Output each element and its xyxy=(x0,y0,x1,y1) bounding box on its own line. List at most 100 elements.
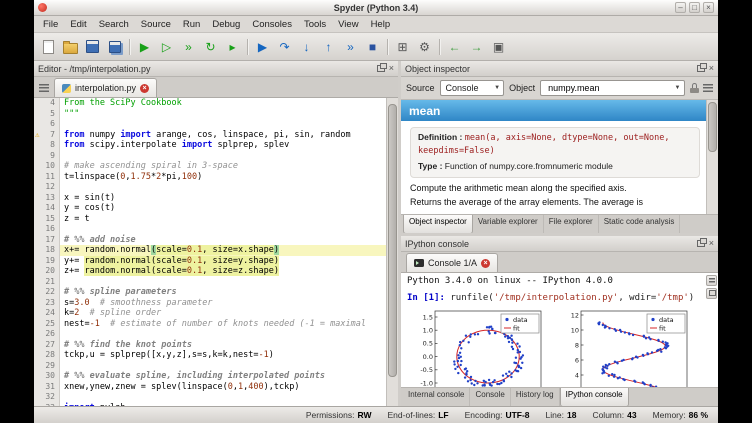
code-line[interactable]: 22# %% spline parameters xyxy=(34,287,386,298)
toolbar-rerun-cell-button[interactable]: ↻ xyxy=(200,36,221,57)
code-line[interactable]: 28tckp,u = splprep([x,y,z],s=s,k=k,nest=… xyxy=(34,350,386,361)
toolbar-run-selection-button[interactable]: ▸ xyxy=(222,36,243,57)
tab-ipython-console[interactable]: IPython console xyxy=(560,388,629,407)
code-line[interactable]: 23s=3.0 # smoothness parameter xyxy=(34,298,386,309)
object-inspector-close-icon[interactable]: × xyxy=(709,64,714,73)
toolbar-step-into-button[interactable]: ↓ xyxy=(296,36,317,57)
line-number: 21 xyxy=(45,277,55,286)
line-gutter: 27 xyxy=(34,340,60,351)
toolbar-run-cell-advance-button[interactable]: » xyxy=(178,36,199,57)
tab-interpolation-py[interactable]: interpolation.py × xyxy=(54,78,157,97)
code-line[interactable]: 21 xyxy=(34,277,386,288)
toolbar-debug-file-button[interactable]: ▶ xyxy=(252,36,273,57)
menu-debug[interactable]: Debug xyxy=(206,18,246,31)
code-line[interactable]: 17# %% add noise xyxy=(34,235,386,246)
code-line[interactable]: 13x = sin(t) xyxy=(34,193,386,204)
code-line[interactable]: 4From the SciPy Cookbook xyxy=(34,98,386,109)
toolbar-python-path-manager-button[interactable]: ⊞ xyxy=(392,36,413,57)
code-line[interactable]: 30# %% evaluate spline, including interp… xyxy=(34,371,386,382)
code-line[interactable]: 25nest=-1 # estimate of number of knots … xyxy=(34,319,386,330)
editor-undock-icon[interactable] xyxy=(377,65,385,72)
menu-file[interactable]: File xyxy=(37,18,64,31)
console-undock-icon[interactable] xyxy=(697,240,705,247)
tab-internal-console[interactable]: Internal console xyxy=(403,388,470,406)
toolbar-navigate-forward-button[interactable]: → xyxy=(466,36,487,57)
toolbar-run-file-button[interactable]: ▶ xyxy=(134,36,155,57)
source-select[interactable]: Console ▼ xyxy=(440,80,505,96)
code-line[interactable]: 24k=2 # spline order xyxy=(34,308,386,319)
toolbar-preferences-button[interactable]: ⚙ xyxy=(414,36,435,57)
tab-static-code-analysis[interactable]: Static code analysis xyxy=(599,215,681,233)
toolbar-navigate-back-button[interactable]: ← xyxy=(444,36,465,57)
code-editor[interactable]: 4From the SciPy Cookbook5"""6⚠7from nump… xyxy=(34,98,386,406)
console-close-icon[interactable]: × xyxy=(709,239,714,248)
code-line[interactable]: 27# %% find the knot points xyxy=(34,340,386,351)
tab-object-inspector[interactable]: Object inspector xyxy=(403,215,473,234)
tab-close-icon[interactable]: × xyxy=(140,84,149,93)
menu-consoles[interactable]: Consoles xyxy=(246,18,298,31)
toolbar-debug-continue-button[interactable]: » xyxy=(340,36,361,57)
menu-help[interactable]: Help xyxy=(365,18,397,31)
object-combo-input[interactable] xyxy=(546,82,671,94)
console-float-button[interactable] xyxy=(706,288,717,299)
editor-close-icon[interactable]: × xyxy=(389,64,394,73)
lock-icon[interactable] xyxy=(690,83,699,93)
menu-search[interactable]: Search xyxy=(93,18,135,31)
minimize-button[interactable]: – xyxy=(675,2,686,13)
editor-scrollbar[interactable] xyxy=(386,98,398,406)
object-inspector-scrollbar-thumb[interactable] xyxy=(708,102,717,152)
tab-console-1a[interactable]: Console 1/A × xyxy=(406,253,498,272)
menu-tools[interactable]: Tools xyxy=(298,18,332,31)
code-line[interactable]: 11t=linspace(0,1.75*2*pi,100) xyxy=(34,172,386,183)
code-line[interactable]: 8from scipy.interpolate import splprep, … xyxy=(34,140,386,151)
tab-console[interactable]: Console xyxy=(470,388,510,406)
console-content[interactable]: Python 3.4.0 on linux -- IPython 4.0.0 I… xyxy=(401,273,718,388)
code-line[interactable]: 31xnew,ynew,znew = splev(linspace(0,1,40… xyxy=(34,382,386,393)
spyder-logo-icon xyxy=(38,3,47,12)
menu-edit[interactable]: Edit xyxy=(64,18,92,31)
object-inspector-undock-icon[interactable] xyxy=(697,65,705,72)
code-line[interactable]: 29 xyxy=(34,361,386,372)
code-line[interactable]: 18x+= random.normal(scale=0.1, size=x.sh… xyxy=(34,245,386,256)
code-line[interactable]: 9 xyxy=(34,151,386,162)
toolbar-new-file-button[interactable] xyxy=(38,36,59,57)
close-button[interactable]: × xyxy=(703,2,714,13)
code-line[interactable]: 16 xyxy=(34,224,386,235)
code-line[interactable]: 19y+= random.normal(scale=0.1, size=y.sh… xyxy=(34,256,386,267)
object-combo[interactable]: ▼ xyxy=(540,80,684,96)
toolbar-step-return-button[interactable]: ↑ xyxy=(318,36,339,57)
tab-file-explorer[interactable]: File explorer xyxy=(544,215,599,233)
code-line[interactable]: 20z+= random.normal(scale=0.1, size=z.sh… xyxy=(34,266,386,277)
toolbar-stop-debug-button[interactable]: ■ xyxy=(362,36,383,57)
toolbar-save-all-button[interactable] xyxy=(104,36,125,57)
code-line[interactable]: 15z = t xyxy=(34,214,386,225)
options-menu-icon[interactable] xyxy=(703,84,713,92)
code-line[interactable]: 26 xyxy=(34,329,386,340)
file-switcher-button[interactable] xyxy=(36,80,52,96)
tab-history-log[interactable]: History log xyxy=(511,388,560,406)
editor-scrollbar-thumb[interactable] xyxy=(388,104,397,377)
toolbar-run-cell-button[interactable]: ▷ xyxy=(156,36,177,57)
maximize-button[interactable]: □ xyxy=(689,2,700,13)
code-line[interactable]: 6 xyxy=(34,119,386,130)
object-inspector-scrollbar[interactable] xyxy=(706,100,718,214)
toolbar-save-file-button[interactable] xyxy=(82,36,103,57)
code-line[interactable]: 12 xyxy=(34,182,386,193)
tab-variable-explorer[interactable]: Variable explorer xyxy=(473,215,544,233)
line-gutter: ⚠7 xyxy=(34,130,60,141)
toolbar-step-over-button[interactable]: ↷ xyxy=(274,36,295,57)
code-line[interactable]: 10# make ascending spiral in 3-space xyxy=(34,161,386,172)
console-options-button[interactable] xyxy=(706,275,717,286)
menu-source[interactable]: Source xyxy=(135,18,177,31)
python-file-icon xyxy=(62,84,71,93)
code-line[interactable]: ⚠7from numpy import arange, cos, linspac… xyxy=(34,130,386,141)
code-line[interactable]: 32 xyxy=(34,392,386,403)
menu-run[interactable]: Run xyxy=(177,18,206,31)
menu-view[interactable]: View xyxy=(332,18,364,31)
toolbar-maximize-pane-button[interactable]: ▣ xyxy=(488,36,509,57)
line-gutter: 21 xyxy=(34,277,60,288)
console-tab-close-icon[interactable]: × xyxy=(481,259,490,268)
code-line[interactable]: 5""" xyxy=(34,109,386,120)
toolbar-open-file-button[interactable] xyxy=(60,36,81,57)
code-line[interactable]: 14y = cos(t) xyxy=(34,203,386,214)
